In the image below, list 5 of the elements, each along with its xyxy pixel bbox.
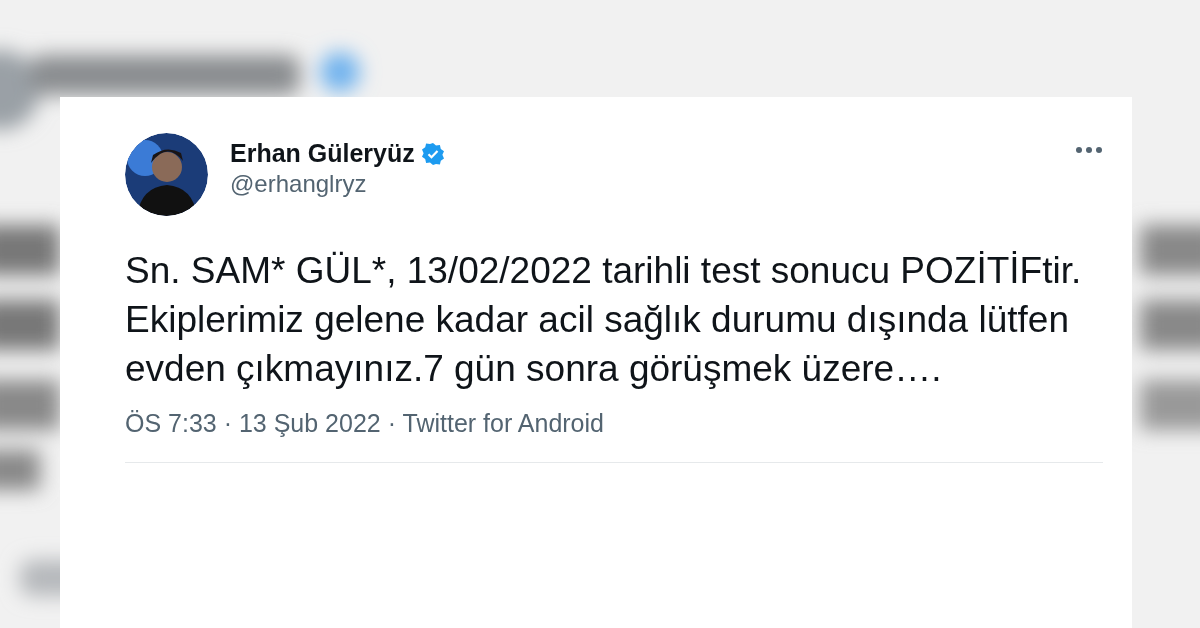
author-handle[interactable]: @erhanglryz [230,170,445,198]
tweet-timestamp: ÖS 7:33 · 13 Şub 2022 · Twitter for Android [125,409,604,438]
more-options-icon[interactable] [1075,145,1103,155]
tweet-text: Sn. SAM* GÜL*, 13/02/2022 tarihli test sonucu POZİTİFtir. Ekiplerimiz gelene kadar acil sağlık durumu dışında lütfen evden çıkmayınız.7 gün sonra görüşmek üzere…. [125,249,1083,391]
author-name[interactable]: Erhan Güleryüz [230,139,415,168]
